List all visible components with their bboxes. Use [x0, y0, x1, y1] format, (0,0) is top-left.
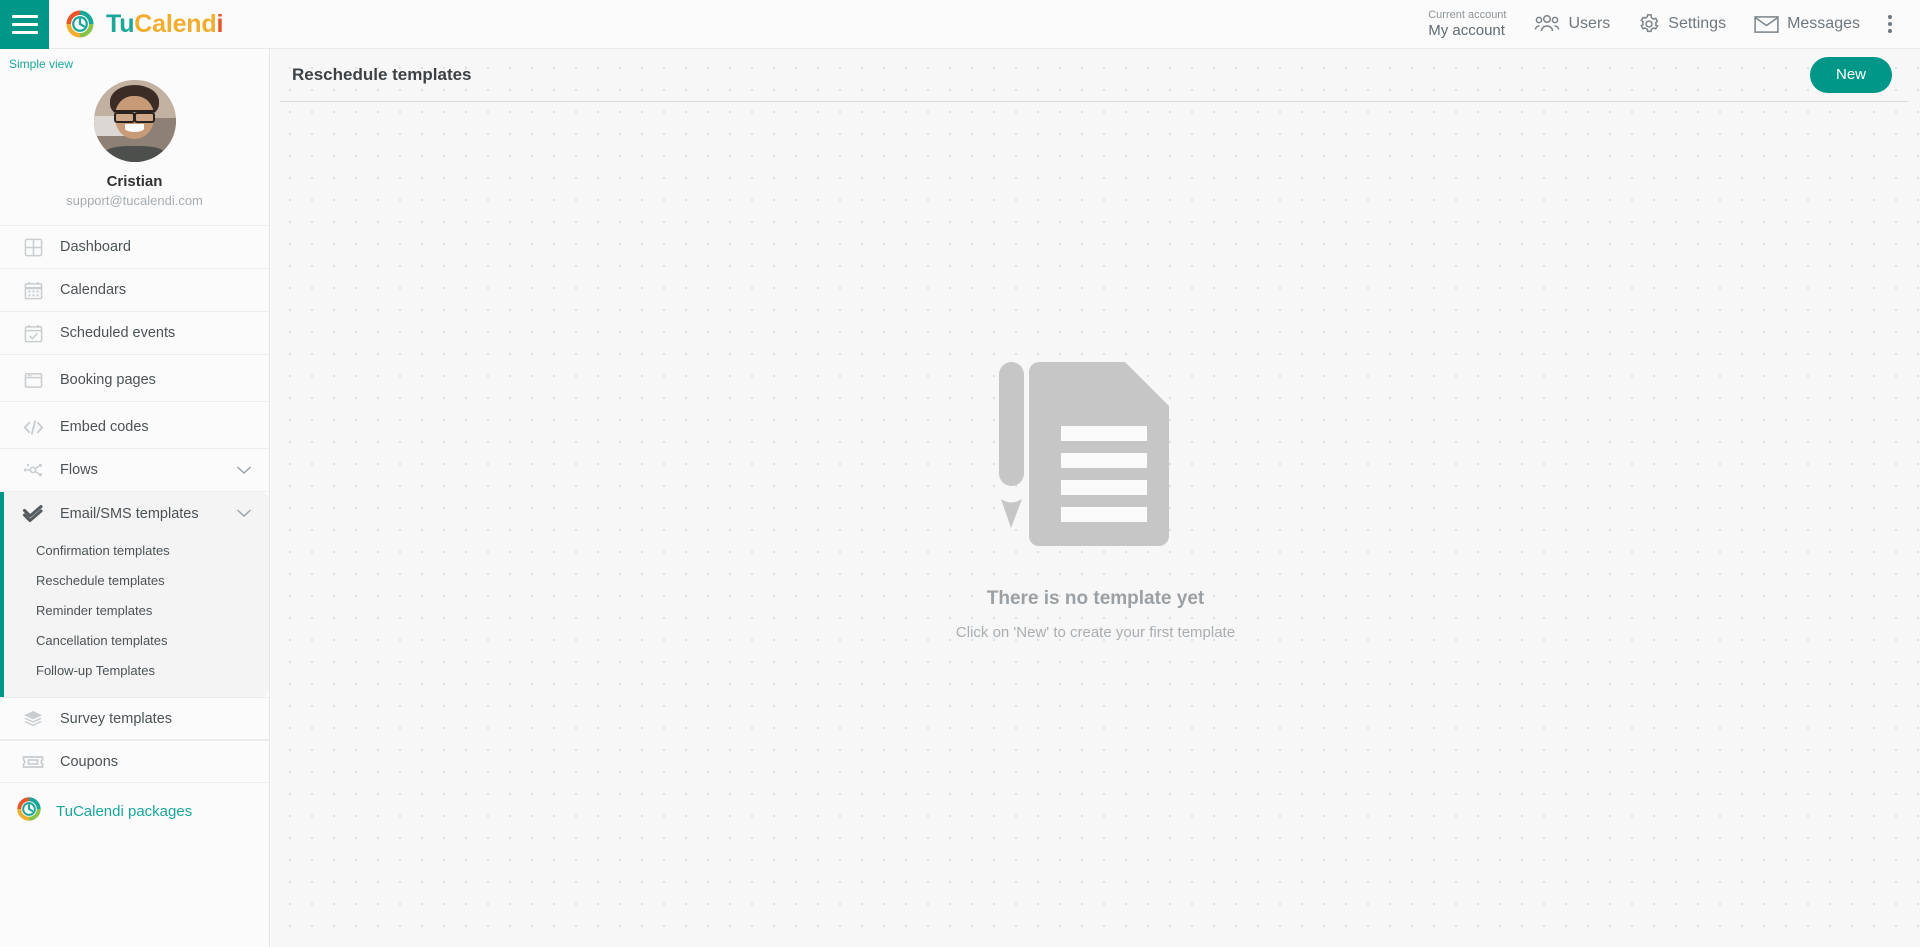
chevron-down-icon[interactable]: [237, 466, 251, 475]
kebab-dot: [1888, 29, 1892, 33]
page-header: Reschedule templates New: [271, 49, 1920, 101]
envelope-icon: [1754, 15, 1779, 34]
messages-label: Messages: [1787, 15, 1860, 32]
chevron-down-icon[interactable]: [237, 509, 251, 518]
simple-view-link[interactable]: Simple view: [0, 49, 269, 74]
sidebar-label-embed-codes: Embed codes: [60, 419, 149, 435]
current-account-label: Current account: [1428, 9, 1507, 22]
sidebar-item-scheduled-events[interactable]: Scheduled events: [0, 312, 269, 355]
hamburger-bar: [11, 14, 38, 18]
sidebar-label-dashboard: Dashboard: [60, 239, 131, 255]
sidebar-item-tucalendi-packages[interactable]: TuCalendi packages: [0, 783, 269, 839]
sidebar-profile: Cristian support@tucalendi.com: [0, 74, 269, 225]
tucalendi-logo-icon: [65, 9, 95, 39]
sidebar-label-email-sms-templates: Email/SMS templates: [60, 505, 199, 522]
dashboard-grid-icon: [18, 238, 48, 257]
users-label: Users: [1568, 15, 1611, 32]
hamburger-bar: [11, 22, 38, 26]
sidebar-label-scheduled-events: Scheduled events: [60, 325, 176, 341]
tucalendi-logo-icon: [16, 796, 42, 827]
flow-nodes-icon: [18, 461, 48, 479]
kebab-dot: [1888, 22, 1892, 26]
sidebar-nav: Dashboard Calendars Scheduled events Boo…: [0, 225, 269, 839]
empty-state-subtitle: Click on 'New' to create your first temp…: [955, 624, 1236, 641]
avatar[interactable]: [93, 80, 176, 162]
settings-button[interactable]: Settings: [1624, 0, 1740, 49]
sidebar-item-confirmation-templates[interactable]: Confirmation templates: [4, 535, 269, 565]
document-with-pencil-icon: [993, 358, 1198, 556]
calendar-check-icon: [18, 324, 48, 343]
sidebar-bottom-nav: Survey templates Coupons: [0, 697, 269, 783]
new-button[interactable]: New: [1809, 57, 1892, 93]
empty-state: There is no template yet Click on 'New' …: [271, 102, 1920, 641]
page-title: Reschedule templates: [292, 65, 472, 84]
sidebar-label-survey-templates: Survey templates: [60, 710, 173, 727]
sidebar-label-booking-pages: Booking pages: [60, 372, 156, 388]
top-bar-actions: Current account My account Users Setting…: [1414, 0, 1920, 49]
sidebar-section-email-sms-templates: Email/SMS templates Confirmation templat…: [0, 492, 269, 697]
users-icon: [1534, 14, 1560, 34]
ticket-icon: [18, 754, 48, 770]
sidebar-label-tucalendi-packages: TuCalendi packages: [56, 802, 193, 820]
sidebar-label-coupons: Coupons: [60, 753, 119, 770]
sidebar-item-cancellation-templates[interactable]: Cancellation templates: [4, 625, 269, 655]
calendar-icon: [18, 281, 48, 300]
sidebar-item-reschedule-templates[interactable]: Reschedule templates: [4, 565, 269, 595]
gear-icon: [1638, 13, 1660, 35]
sidebar-item-follow-up-templates[interactable]: Follow-up Templates: [4, 655, 269, 685]
brand-part-1: Tu: [106, 9, 135, 38]
main-content: Reschedule templates New There is no tem…: [271, 49, 1920, 947]
profile-email: support@tucalendi.com: [66, 193, 203, 208]
messages-button[interactable]: Messages: [1740, 0, 1874, 49]
sidebar-label-calendars: Calendars: [60, 282, 127, 298]
kebab-dot: [1888, 15, 1892, 19]
sidebar-item-dashboard[interactable]: Dashboard: [0, 226, 269, 269]
brand-part-2: Calend: [134, 9, 217, 38]
sidebar-item-calendars[interactable]: Calendars: [0, 269, 269, 312]
layers-icon: [18, 710, 48, 728]
brand-title: TuCalendi: [106, 10, 223, 39]
sidebar-item-flows[interactable]: Flows: [0, 449, 269, 492]
code-icon: [18, 419, 48, 436]
sidebar-item-survey-templates[interactable]: Survey templates: [0, 697, 269, 740]
sidebar-item-reminder-templates[interactable]: Reminder templates: [4, 595, 269, 625]
top-bar: TuCalendi Current account My account Use…: [0, 0, 1920, 49]
sidebar-label-flows: Flows: [60, 462, 98, 478]
brand-part-3: i: [216, 9, 224, 38]
sidebar-item-email-sms-templates[interactable]: Email/SMS templates: [4, 492, 269, 535]
double-check-icon: [18, 504, 48, 523]
sidebar-item-booking-pages[interactable]: Booking pages: [0, 359, 269, 402]
sidebar-item-coupons[interactable]: Coupons: [0, 740, 269, 783]
brand-logo-link[interactable]: TuCalendi: [65, 9, 223, 39]
empty-state-title: There is no template yet: [986, 588, 1205, 609]
window-icon: [18, 372, 48, 389]
hamburger-icon[interactable]: [0, 0, 49, 49]
kebab-menu-icon[interactable]: [1874, 0, 1906, 49]
profile-name: Cristian: [106, 173, 163, 190]
hamburger-bar: [11, 30, 38, 34]
sidebar: Simple view Cristian support@tucalendi.c…: [0, 49, 270, 947]
current-account-selector[interactable]: Current account My account: [1414, 9, 1520, 39]
settings-label: Settings: [1668, 15, 1727, 32]
sidebar-item-embed-codes[interactable]: Embed codes: [0, 406, 269, 449]
current-account-value: My account: [1428, 21, 1505, 39]
users-button[interactable]: Users: [1520, 0, 1624, 49]
sidebar-submenu-email-sms-templates: Confirmation templates Reschedule templa…: [4, 535, 269, 697]
